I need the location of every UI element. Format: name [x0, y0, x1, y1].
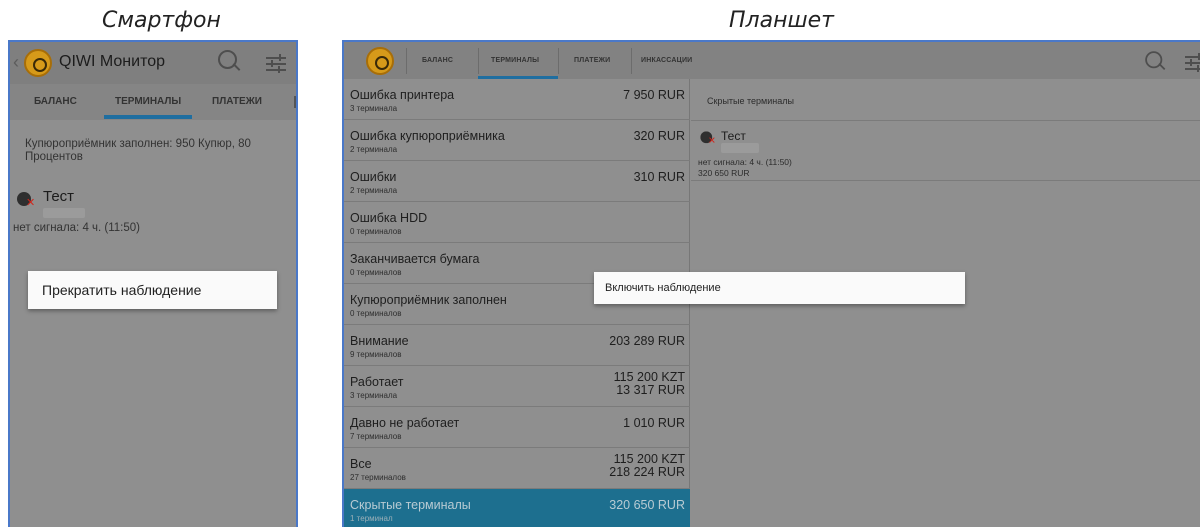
bill-acceptor-notice: Купюроприёмник заполнен: 950 Купюр, 80 П… — [25, 138, 251, 163]
back-icon[interactable]: ‹ — [13, 52, 19, 73]
phone-tab-bar: БАЛАНС ТЕРМИНАЛЫ ПЛАТЕЖИ — [10, 84, 296, 120]
group-amount: 320 RUR — [633, 129, 685, 143]
group-count: 7 терминалов — [350, 432, 402, 441]
terminal-status: нет сигнала: 4 ч. (11:50) — [13, 222, 140, 234]
terminal-name[interactable]: Тест — [721, 129, 746, 143]
group-title: Ошибка принтера — [350, 88, 455, 102]
group-amount: 7 950 RUR — [623, 88, 685, 102]
list-item[interactable]: Ошибка купюроприёмника 2 терминала 320 R… — [344, 120, 690, 161]
group-count: 2 терминала — [350, 145, 398, 154]
tab-collections[interactable]: ИНКАССАЦИИ — [641, 57, 692, 64]
tab-balance[interactable]: БАЛАНС — [422, 57, 453, 64]
tablet-screen: БАЛАНС ТЕРМИНАЛЫ ПЛАТЕЖИ ИНКАССАЦИИ Ошиб… — [342, 40, 1200, 527]
list-item[interactable]: Давно не работает 7 терминалов 1 010 RUR — [344, 407, 690, 448]
group-count: 0 терминалов — [350, 227, 402, 236]
gear-error-icon: ✕ — [17, 192, 35, 210]
group-amount: 310 RUR — [633, 170, 685, 184]
enable-monitoring-menu-item[interactable]: Включить наблюдение — [605, 282, 721, 294]
group-count: 27 терминалов — [350, 473, 406, 482]
list-item[interactable]: Ошибки 2 терминала 310 RUR — [344, 161, 690, 202]
list-item[interactable]: Ошибка HDD 0 терминалов — [344, 202, 690, 243]
list-item[interactable]: Внимание 9 терминалов 203 289 RUR — [344, 325, 690, 366]
divider — [406, 48, 407, 74]
qiwi-logo-icon[interactable] — [366, 47, 394, 75]
group-amount: 1 010 RUR — [623, 416, 685, 430]
group-count: 3 терминала — [350, 391, 398, 400]
group-title: Заканчивается бумага — [350, 252, 480, 266]
group-title: Скрытые терминалы — [350, 498, 471, 512]
divider — [558, 48, 559, 74]
group-count: 9 терминалов — [350, 350, 402, 359]
tab-balance[interactable]: БАЛАНС — [34, 96, 77, 107]
divider — [478, 48, 479, 74]
list-item-selected[interactable]: Скрытые терминалы 1 терминал 320 650 RUR — [344, 489, 690, 527]
group-amount: 218 224 RUR — [609, 465, 685, 479]
group-title: Ошибки — [350, 170, 397, 184]
phone-screen: ‹ QIWI Монитор БАЛАНС ТЕРМИНАЛЫ ПЛАТЕЖИ … — [8, 40, 298, 527]
list-item[interactable]: Ошибка принтера 3 терминала 7 950 RUR — [344, 79, 690, 120]
group-amount: 13 317 RUR — [616, 383, 685, 397]
group-title: Ошибка купюроприёмника — [350, 129, 505, 143]
qiwi-logo-icon[interactable] — [24, 49, 52, 77]
group-title: Все — [350, 457, 372, 471]
divider — [631, 48, 632, 74]
detail-header: Скрытые терминалы — [691, 79, 1200, 121]
terminal-amount: 320 650 RUR — [698, 168, 750, 178]
phone-caption: Смартфон — [102, 8, 221, 33]
stop-monitoring-menu-item[interactable]: Прекратить наблюдение — [42, 282, 201, 298]
tablet-action-bar: БАЛАНС ТЕРМИНАЛЫ ПЛАТЕЖИ ИНКАССАЦИИ — [344, 42, 1200, 79]
group-title: Ошибка HDD — [350, 211, 428, 225]
group-count: 3 терминала — [350, 104, 398, 113]
context-menu: Прекратить наблюдение — [28, 271, 277, 309]
group-title: Давно не работает — [350, 416, 460, 430]
tablet-caption: Планшет — [729, 8, 834, 33]
group-amount: 320 650 RUR — [609, 498, 685, 512]
group-amount: 203 289 RUR — [609, 334, 685, 348]
tab-payments[interactable]: ПЛАТЕЖИ — [212, 96, 262, 107]
group-count: 0 терминалов — [350, 268, 402, 277]
list-item[interactable]: Все 27 терминалов 115 200 KZT 218 224 RU… — [344, 448, 690, 489]
gear-error-icon: ✕ — [700, 131, 716, 146]
group-title: Внимание — [350, 334, 409, 348]
terminal-name[interactable]: Тест — [43, 188, 74, 205]
tab-overflow-indicator — [294, 96, 296, 108]
detail-title: Скрытые терминалы — [707, 96, 794, 106]
app-title: QIWI Монитор — [59, 53, 166, 70]
blurred-terminal-id — [721, 143, 759, 153]
active-tab-indicator — [104, 115, 192, 119]
context-menu: Включить наблюдение — [594, 272, 965, 304]
search-icon[interactable] — [218, 50, 242, 74]
tab-terminals[interactable]: ТЕРМИНАЛЫ — [115, 96, 181, 107]
group-count: 0 терминалов — [350, 309, 402, 318]
tab-terminals[interactable]: ТЕРМИНАЛЫ — [491, 57, 539, 64]
list-item[interactable]: Работает 3 терминала 115 200 KZT 13 317 … — [344, 366, 690, 407]
divider — [691, 180, 1200, 181]
group-count: 2 терминала — [350, 186, 398, 195]
tab-payments[interactable]: ПЛАТЕЖИ — [574, 57, 610, 64]
terminal-status: нет сигнала: 4 ч. (11:50) — [698, 157, 792, 167]
phone-action-bar: ‹ QIWI Монитор — [10, 42, 296, 84]
group-count: 1 терминал — [350, 514, 393, 523]
search-icon[interactable] — [1145, 51, 1167, 73]
filter-settings-icon[interactable] — [1185, 53, 1200, 73]
group-title: Купюроприёмник заполнен — [350, 293, 507, 307]
group-title: Работает — [350, 375, 404, 389]
filter-settings-icon[interactable] — [266, 54, 286, 74]
blurred-terminal-id — [43, 208, 85, 218]
